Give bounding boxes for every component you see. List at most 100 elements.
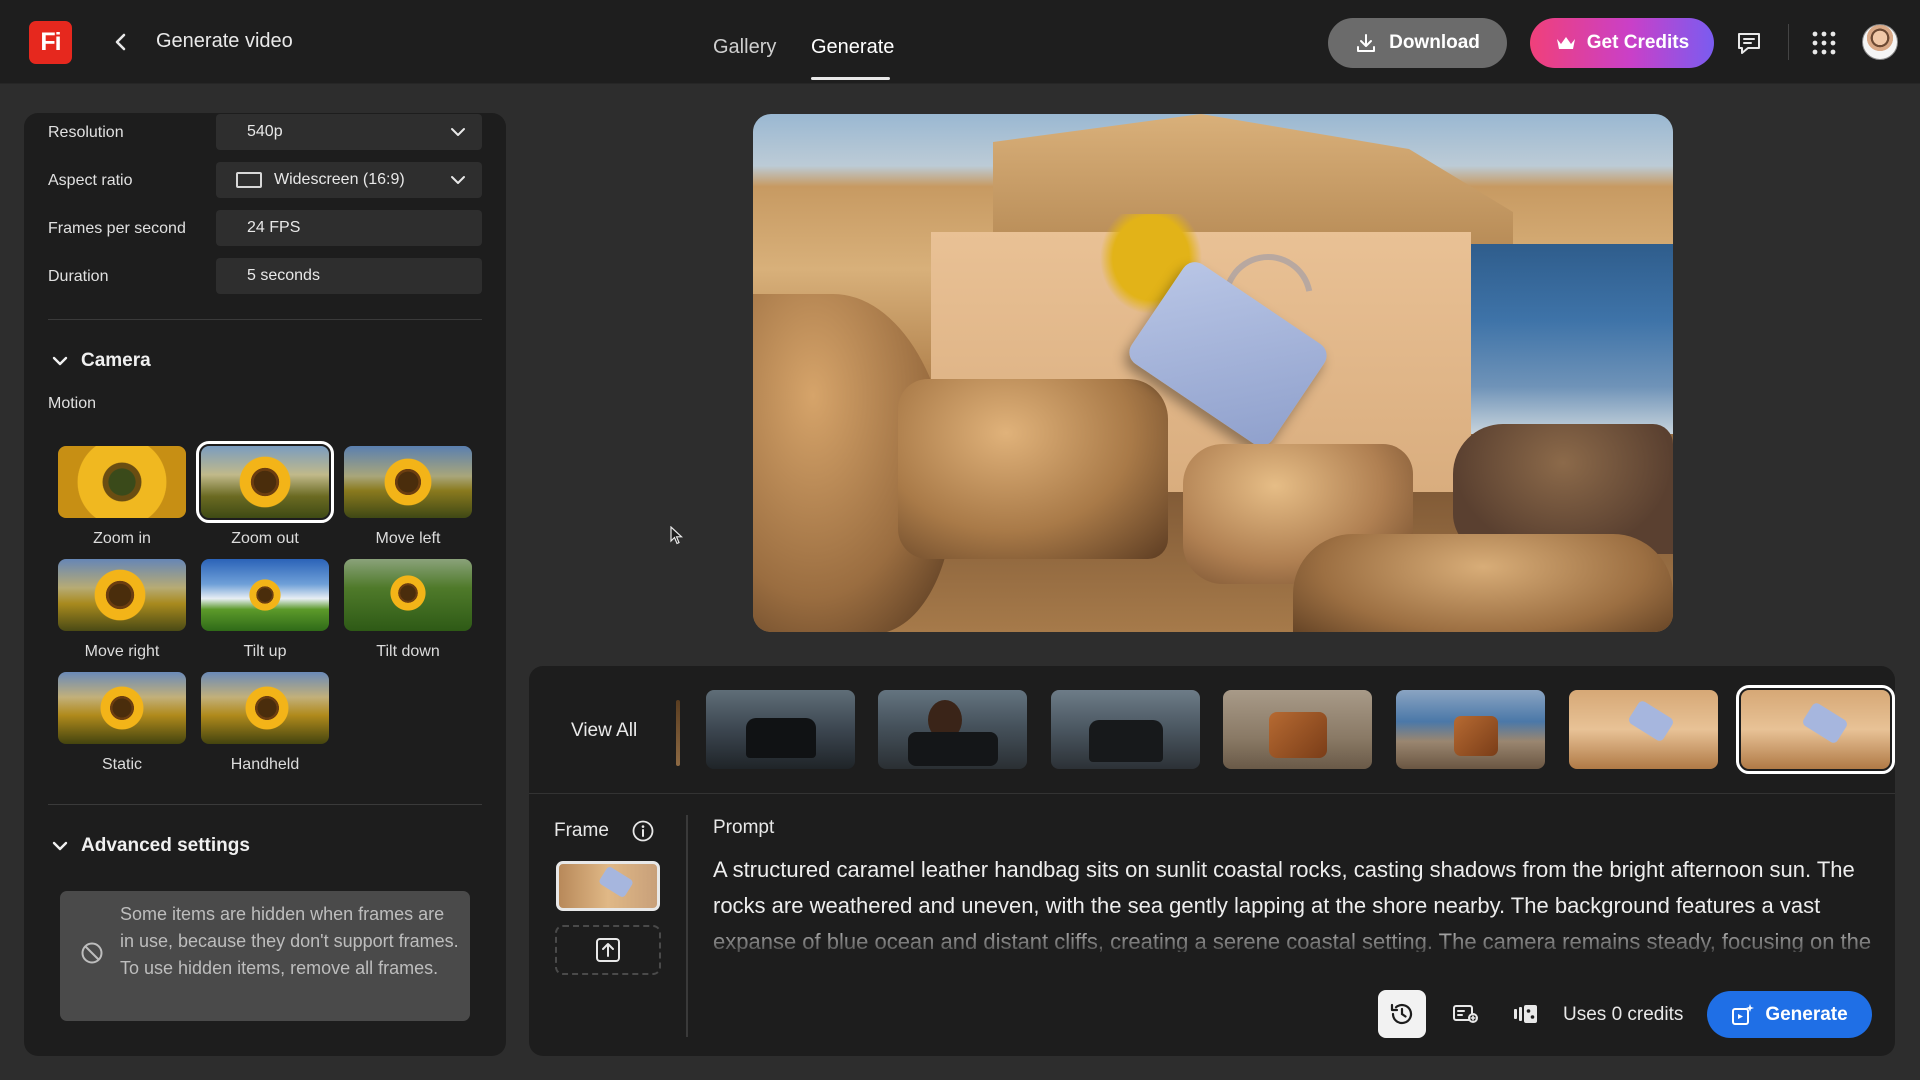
duration-label: Duration (48, 268, 109, 285)
credits-usage: Uses 0 credits (1563, 1004, 1684, 1025)
chevron-down-icon (451, 176, 465, 184)
motion-thumbnail (58, 672, 186, 744)
history-thumbnail[interactable] (1569, 690, 1718, 769)
motion-caption: Tilt down (376, 643, 440, 660)
motion-thumbnail (58, 446, 186, 518)
aspect-ratio-select[interactable]: Widescreen (16:9) (216, 162, 482, 198)
widescreen-icon (236, 172, 262, 188)
motion-caption: Zoom in (93, 530, 151, 547)
motion-thumbnail (196, 441, 334, 523)
motion-thumbnail (201, 672, 329, 744)
frame-prompt-divider (686, 815, 688, 1037)
feedback-icon (1738, 33, 1760, 54)
camera-section-title: Camera (81, 350, 151, 371)
effects-button[interactable] (1502, 990, 1550, 1038)
user-avatar[interactable] (1862, 24, 1898, 60)
get-credits-label: Get Credits (1586, 32, 1690, 53)
page-title: Generate video (156, 30, 293, 52)
resolution-select[interactable]: 540p (216, 114, 482, 150)
apps-button[interactable] (1809, 28, 1839, 58)
history-thumbnail[interactable] (1396, 690, 1545, 769)
generate-button[interactable]: Generate (1707, 991, 1872, 1038)
get-credits-button[interactable]: Get Credits (1530, 18, 1714, 68)
motion-label: Motion (48, 395, 97, 412)
generate-video-icon (1732, 1003, 1755, 1025)
duration-value: 5 seconds (247, 267, 320, 284)
motion-caption: Zoom out (231, 530, 299, 547)
settings-divider (48, 319, 482, 320)
strip-scroll-edge (676, 700, 680, 766)
prompt-label: Prompt (713, 817, 775, 838)
motion-thumbnail (201, 559, 329, 631)
video-preview[interactable] (753, 114, 1673, 632)
aspect-ratio-label: Aspect ratio (48, 172, 133, 189)
motion-move-right[interactable]: Move right (58, 559, 186, 661)
tab-gallery[interactable]: Gallery (713, 36, 776, 59)
motion-static[interactable]: Static (58, 672, 186, 774)
motion-caption: Static (101, 756, 142, 773)
chevron-down-icon (52, 356, 68, 366)
history-thumbnail[interactable] (1223, 690, 1372, 769)
motion-tilt-up[interactable]: Tilt up (201, 559, 329, 661)
frame-label: Frame (554, 820, 609, 841)
camera-section-toggle[interactable]: Camera (52, 350, 151, 372)
style-reference-button[interactable] (1442, 990, 1490, 1038)
motion-thumbnail (58, 559, 186, 631)
tooltip-text: Some items are hidden when frames are in… (120, 904, 459, 978)
frame-thumbnail[interactable] (556, 861, 660, 911)
history-thumbnail[interactable] (878, 690, 1027, 769)
crown-icon (1556, 37, 1575, 49)
motion-handheld[interactable]: Handheld (201, 672, 329, 774)
history-icon (1390, 1003, 1413, 1025)
fps-field[interactable]: 24 FPS (216, 210, 482, 246)
info-icon[interactable] (632, 820, 654, 842)
motion-thumbnail (344, 559, 472, 631)
advanced-settings-title: Advanced settings (81, 835, 250, 856)
resolution-value: 540p (247, 123, 283, 140)
history-thumbnail-selected[interactable] (1736, 685, 1895, 774)
camera-divider (48, 804, 482, 805)
duration-field[interactable]: 5 seconds (216, 258, 482, 294)
frame-upload-button[interactable] (555, 925, 661, 975)
header-divider (1788, 24, 1789, 60)
history-thumbnail[interactable] (706, 690, 855, 769)
chevron-down-icon (451, 128, 465, 136)
hidden-items-tooltip: Some items are hidden when frames are in… (60, 891, 470, 1021)
download-button[interactable]: Download (1328, 18, 1507, 68)
chevron-down-icon (52, 841, 68, 851)
generate-label: Generate (1765, 1003, 1848, 1025)
effects-icon (1514, 1005, 1537, 1023)
aspect-ratio-value: Widescreen (16:9) (274, 171, 405, 188)
history-button[interactable] (1378, 990, 1426, 1038)
motion-thumbnail (344, 446, 472, 518)
app-header: Fi Generate video Gallery Generate Downl… (0, 0, 1920, 84)
motion-caption: Tilt up (243, 643, 287, 660)
style-reference-icon (1453, 1005, 1478, 1023)
fps-label: Frames per second (48, 220, 186, 237)
download-label: Download (1389, 32, 1480, 53)
upload-icon (596, 938, 620, 962)
active-tab-indicator (811, 77, 890, 80)
motion-tilt-down[interactable]: Tilt down (344, 559, 472, 661)
back-button[interactable] (108, 28, 134, 56)
feedback-button[interactable] (1734, 28, 1764, 58)
advanced-settings-toggle[interactable]: Advanced settings (52, 835, 250, 857)
view-all-button[interactable]: View All (571, 720, 637, 742)
tab-generate[interactable]: Generate (811, 36, 894, 59)
download-icon (1357, 34, 1376, 52)
history-thumbnail[interactable] (1051, 690, 1200, 769)
app-logo[interactable]: Fi (29, 21, 72, 64)
app-grid-icon (1812, 31, 1836, 55)
motion-caption: Handheld (230, 756, 300, 773)
blocked-icon (81, 942, 103, 964)
motion-caption: Move left (375, 530, 441, 547)
motion-zoom-out[interactable]: Zoom out (196, 441, 334, 548)
resolution-label: Resolution (48, 124, 124, 141)
panel-divider (529, 793, 1895, 794)
motion-zoom-in[interactable]: Zoom in (58, 446, 186, 548)
fps-value: 24 FPS (247, 219, 301, 236)
back-chevron-icon (115, 33, 126, 51)
motion-move-left[interactable]: Move left (344, 446, 472, 548)
prompt-input[interactable]: A structured caramel leather handbag sit… (713, 852, 1883, 952)
mouse-cursor-icon (670, 526, 684, 545)
